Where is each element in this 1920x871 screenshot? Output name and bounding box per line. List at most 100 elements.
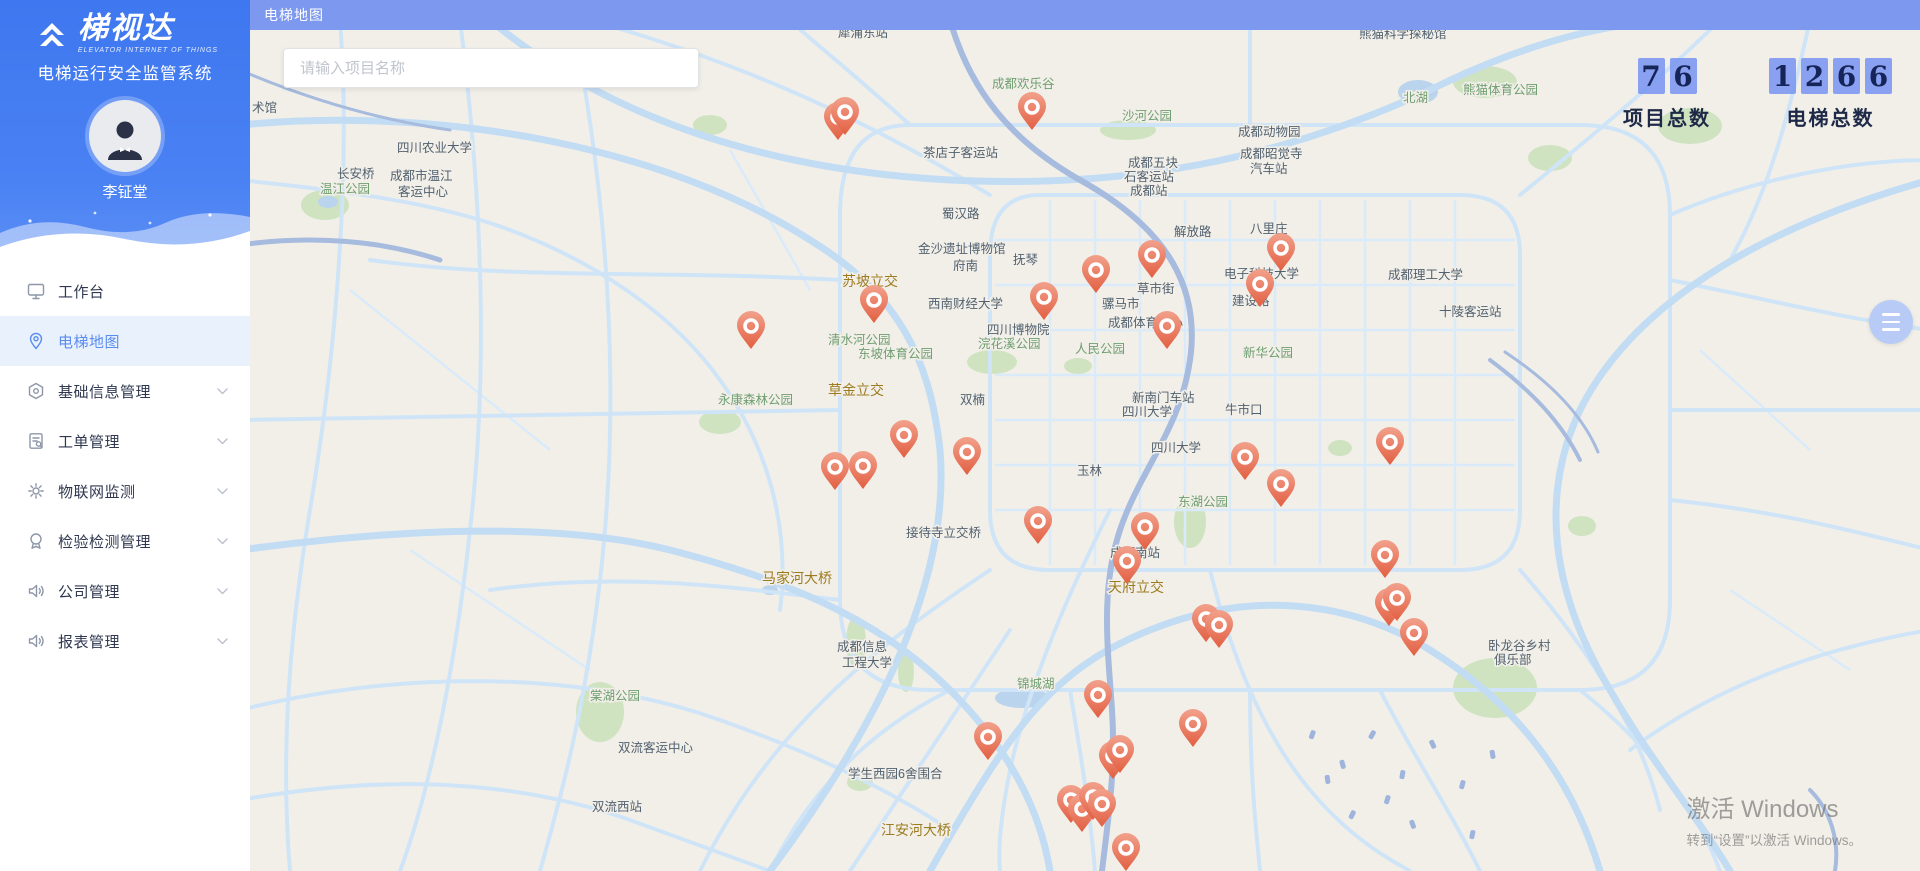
sidebar-menu: 工作台电梯地图基础信息管理工单管理物联网监测检验检测管理公司管理报表管理 — [0, 258, 250, 666]
map-label: 草金立交 — [828, 382, 884, 398]
stat-label: 项目总数 — [1623, 106, 1711, 130]
stat-digit: 6 — [1669, 58, 1697, 94]
map-label: 人民公园 — [1075, 342, 1125, 356]
map-label: 解放路 — [1174, 224, 1212, 239]
map-label: 北湖 — [1403, 90, 1428, 105]
map-label: 工程大学 — [842, 655, 892, 670]
sidebar-item-label: 报表管理 — [58, 633, 121, 651]
map-label: 学生西园6舍围合 — [848, 766, 943, 781]
map-label: 卧龙谷乡村 — [1488, 639, 1551, 653]
map-label: 术馆 — [252, 100, 277, 115]
system-name: 电梯运行安全监管系统 — [37, 65, 213, 83]
map-label: 犀浦东站 — [838, 30, 888, 40]
page-title: 电梯地图 — [264, 7, 324, 23]
map-label: 成都欢乐谷 — [992, 76, 1055, 91]
sidebar-item-label: 电梯地图 — [58, 333, 121, 351]
map-label: 熊猫体育公园 — [1463, 82, 1538, 97]
sidebar-item-label: 工单管理 — [58, 433, 121, 451]
map-menu-button[interactable] — [1869, 300, 1913, 344]
map-label: 抚琴 — [1013, 253, 1039, 267]
map-label: 草市街 — [1137, 281, 1175, 296]
search-input[interactable] — [283, 48, 699, 88]
map-pin-icon — [29, 332, 43, 350]
map-label: 骡马市 — [1102, 296, 1140, 311]
user-icon — [95, 106, 155, 166]
sidebar-item-work-order[interactable]: 工单管理 — [0, 416, 250, 466]
map-label: 茶店子客运站 — [923, 145, 998, 160]
map-label: 十陵客运站 — [1439, 304, 1502, 319]
stat-digit: 2 — [1801, 58, 1828, 94]
sidebar-item-label: 工作台 — [58, 283, 105, 301]
sidebar-item-report[interactable]: 报表管理 — [0, 616, 250, 666]
map-label: 浣花溪公园 — [978, 336, 1041, 351]
map-label: 长安桥 — [337, 166, 375, 181]
map-label: 玉林 — [1077, 464, 1103, 478]
map-label: 成都昭觉寺 — [1240, 147, 1303, 161]
map-canvas[interactable]: 术馆四川农业大学长安桥 成都市温江客运中心 温江公园 犀浦东站成都欢乐谷沙河公园 熊猫科… — [250, 30, 1920, 871]
map-label: 清水河公园 — [828, 333, 891, 347]
map-label: 温江公园 — [320, 182, 370, 196]
map-label: 双流西站 — [592, 800, 642, 814]
sidebar-item-iot-monitor[interactable]: 物联网监测 — [0, 466, 250, 516]
map-label: 双流客运中心 — [618, 740, 694, 755]
brand-logo-icon — [39, 23, 64, 46]
map-label: 汽车站 — [1250, 161, 1288, 176]
stats-panel: 7 6 项目总数 1 2 6 6 电梯总数 — [1623, 58, 1892, 131]
stat-elevators: 1 2 6 6 电梯总数 — [1769, 58, 1892, 131]
sidebar-item-elevator-map[interactable]: 电梯地图 — [0, 316, 250, 366]
stat-digit: 6 — [1833, 58, 1860, 94]
map-label: 棠湖公园 — [590, 688, 640, 703]
doc-search-icon — [29, 433, 43, 449]
map-label: 成都理工大学 — [1388, 267, 1463, 282]
map-label: 东湖公园 — [1178, 494, 1228, 509]
map-label: 江安河大桥 — [881, 822, 951, 838]
user-name: 李钲堂 — [102, 184, 148, 201]
chevron-down-icon — [217, 587, 228, 594]
chevron-down-icon — [217, 437, 228, 444]
speaker-icon — [28, 634, 44, 648]
topbar: 电梯地图 — [250, 0, 1920, 30]
stat-digit: 7 — [1637, 58, 1665, 94]
map-label: 接待寺立交桥 — [906, 525, 982, 540]
gear-icon — [28, 483, 44, 499]
map-label: 四川大学 — [1122, 404, 1172, 419]
map-label: 新南门车站 — [1132, 390, 1195, 405]
brand-subtitle: ELEVATOR INTERNET OF THINGS — [77, 47, 219, 54]
map-label: 客运中心 — [398, 184, 449, 199]
map-label: 四川博物院 — [987, 322, 1050, 337]
map-label: 石客运站 — [1124, 169, 1174, 184]
chevron-down-icon — [217, 637, 228, 644]
sidebar-item-label: 检验检测管理 — [58, 533, 152, 551]
app-window: 梯视达 ELEVATOR INTERNET OF THINGS 电梯运行安全监管… — [0, 0, 1920, 871]
wave-decoration — [0, 211, 250, 258]
sidebar-item-basic-info[interactable]: 基础信息管理 — [0, 366, 250, 416]
map-label: 四川大学 — [1151, 440, 1201, 455]
map-label: 西南财经大学 — [928, 296, 1003, 311]
stat-digit: 1 — [1769, 58, 1796, 94]
map-area: 术馆 四川农业大学 长安桥 成都市温江 客运中心 温江公园 犀浦东站 成都欢乐谷 沙河公园 熊猫科… — [250, 30, 1920, 871]
map-label: 成都信息 — [837, 639, 887, 654]
map-label: 牛市口 — [1225, 402, 1263, 417]
sidebar-item-label: 物联网监测 — [58, 483, 136, 501]
map-label: 俱乐部 — [1494, 652, 1532, 667]
map-label: 熊猫科学探秘馆 — [1359, 30, 1447, 41]
stat-label: 电梯总数 — [1786, 106, 1875, 130]
chevron-down-icon — [217, 537, 228, 544]
speaker-icon — [28, 584, 44, 598]
brand-name: 梯视达 — [77, 12, 174, 45]
map-label: 永康森林公园 — [718, 392, 793, 407]
monitor-icon — [27, 283, 45, 300]
map-label: 新华公园 — [1243, 345, 1293, 360]
chevron-down-icon — [217, 387, 228, 394]
sidebar-item-inspection[interactable]: 检验检测管理 — [0, 516, 250, 566]
sidebar-item-company[interactable]: 公司管理 — [0, 566, 250, 616]
map-label: 府南 — [953, 258, 978, 273]
hex-target-icon — [28, 382, 44, 400]
chevron-down-icon — [217, 487, 228, 494]
avatar[interactable] — [89, 100, 161, 172]
map-label: 马家河大桥 — [762, 570, 832, 586]
list-icon — [1882, 313, 1900, 316]
map-label: 双楠 — [960, 392, 985, 407]
badge-icon — [30, 533, 42, 549]
sidebar-item-workbench[interactable]: 工作台 — [0, 266, 250, 316]
